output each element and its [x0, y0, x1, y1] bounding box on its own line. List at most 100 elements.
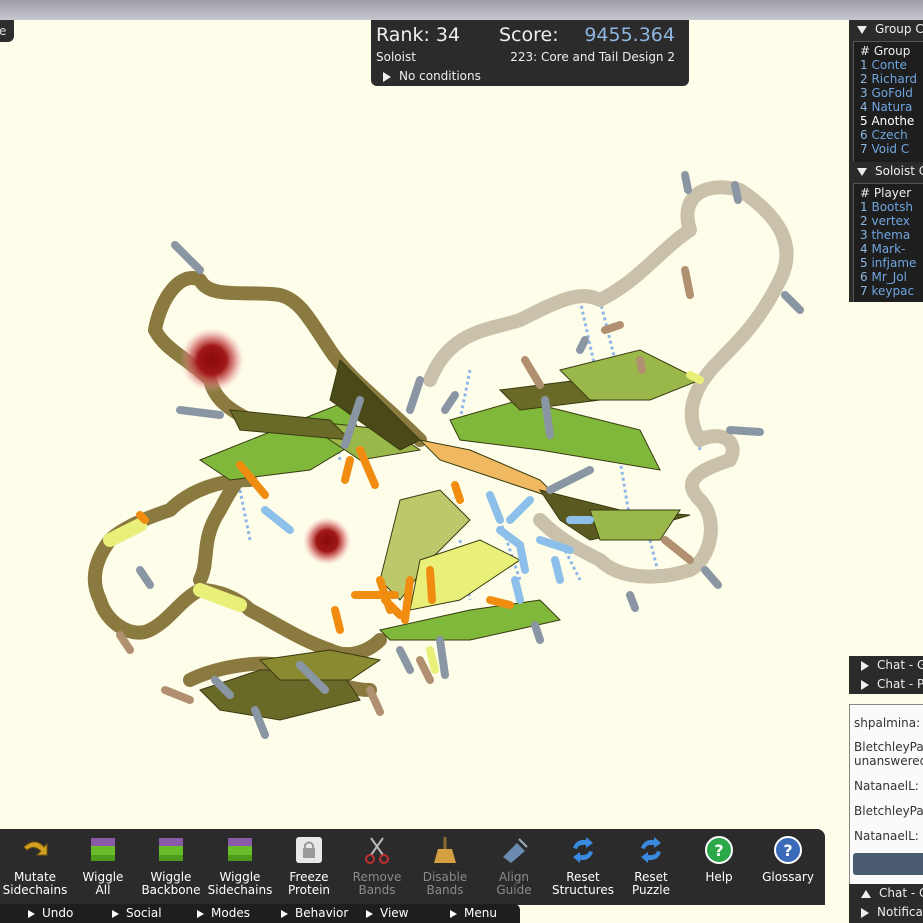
collapse-icon: [857, 25, 867, 34]
rank-num: 6: [860, 128, 868, 142]
chat-message: NatanaelL: w: [854, 779, 923, 793]
chat-message: unanswered: [854, 754, 923, 768]
player-name: infjame: [871, 256, 917, 270]
menu-main[interactable]: Menu: [450, 904, 497, 923]
chat-tab-group[interactable]: Chat - G: [849, 884, 923, 903]
wiggle-all-button[interactable]: Wiggle All: [69, 835, 137, 897]
player-name: keypac: [871, 284, 915, 298]
group-name: Anothe: [871, 114, 915, 128]
menu-label: Modes: [211, 906, 250, 920]
freeze-protein-button[interactable]: Freeze Protein: [275, 835, 343, 897]
tool-label: Guide: [496, 883, 532, 897]
rank-num: 4: [860, 242, 868, 256]
notifications-label: Notifica: [877, 905, 923, 919]
player-name: thema: [871, 228, 911, 242]
group-name: Richard: [871, 72, 918, 86]
remove-bands-button[interactable]: Remove Bands: [343, 835, 411, 897]
expand-icon: [861, 907, 869, 918]
notifications-tab[interactable]: Notifica: [849, 903, 923, 922]
menu-view[interactable]: View: [366, 904, 408, 923]
tool-label: Sidechains: [2, 883, 68, 897]
menu-undo[interactable]: Undo: [28, 904, 73, 923]
lock-icon: [294, 835, 324, 865]
list-item[interactable]: 7 keypac: [854, 284, 923, 298]
list-item[interactable]: 7 Void C: [854, 142, 923, 156]
protein-viewport[interactable]: [0, 0, 923, 923]
menu-behavior[interactable]: Behavior: [281, 904, 348, 923]
rank-num: 5: [860, 256, 868, 270]
list-item[interactable]: 6 Mr_Jol: [854, 270, 923, 284]
group-list[interactable]: # Group 1 Conte 2 Richard 3 GoFold 4 Nat…: [853, 41, 923, 162]
rank-num: 2: [860, 214, 868, 228]
soloist-panel-title: Soloist C: [875, 164, 923, 178]
menu-social[interactable]: Social: [112, 904, 162, 923]
group-name: Void C: [871, 142, 910, 156]
list-item[interactable]: 6 Czech: [854, 128, 923, 142]
rank-num: 7: [860, 284, 868, 298]
group-name: Conte: [871, 58, 907, 72]
expand-icon: [281, 909, 288, 918]
player-name: Bootsh: [871, 200, 913, 214]
align-guide-button[interactable]: Align Guide: [480, 835, 548, 897]
group-name: GoFold: [871, 86, 913, 100]
tool-label: Puzzle: [632, 883, 670, 897]
mutate-sidechains-button[interactable]: Mutate Sidechains: [1, 835, 69, 897]
wiggle-sidechains-button[interactable]: Wiggle Sidechains: [206, 835, 274, 897]
tool-label: Bands: [426, 883, 464, 897]
list-item[interactable]: 1 Conte: [854, 58, 923, 72]
chat-message: NatanaelL: H: [854, 829, 923, 843]
help-icon: ?: [704, 835, 734, 865]
tool-label: Backbone: [141, 883, 201, 897]
chat-tab-global[interactable]: Chat - Gl: [849, 656, 923, 675]
group-name: Natura: [871, 100, 913, 114]
wiggle-all-icon: [88, 835, 118, 865]
menu-bar: Undo Social Modes Behavior View Menu: [0, 904, 520, 923]
chat-message: BletchleyPar: [854, 740, 923, 754]
list-item[interactable]: 3 thema: [854, 228, 923, 242]
mutate-arrow-icon: [20, 835, 50, 865]
list-item[interactable]: 5 Anothe: [854, 114, 923, 128]
list-item[interactable]: 1 Bootsh: [854, 200, 923, 214]
menu-label: Undo: [42, 906, 74, 920]
expand-icon: [112, 909, 119, 918]
soloist-panel-header[interactable]: Soloist C: [849, 162, 923, 180]
wiggle-backbone-button[interactable]: Wiggle Backbone: [137, 835, 205, 897]
collapse-icon: [861, 889, 871, 898]
broom-icon: [430, 835, 460, 865]
expand-icon: [450, 909, 457, 918]
rank-num: 6: [860, 270, 868, 284]
list-item[interactable]: 4 Mark-: [854, 242, 923, 256]
action-toolbar: Mutate Sidechains Wiggle All Wiggle Back…: [0, 829, 825, 905]
score-label: Score:: [499, 24, 559, 46]
reset-structures-button[interactable]: Reset Structures: [549, 835, 617, 897]
group-panel-title: Group C: [875, 22, 923, 36]
chat-tab-puzzle[interactable]: Chat - Pu: [849, 675, 923, 694]
list-item[interactable]: 4 Natura: [854, 100, 923, 114]
disable-bands-button[interactable]: Disable Bands: [411, 835, 479, 897]
list-item[interactable]: 2 vertex: [854, 214, 923, 228]
expand-icon: [28, 909, 35, 918]
menu-label: View: [380, 906, 409, 920]
soloist-list-header: # Player: [860, 186, 912, 200]
conditions-toggle[interactable]: No conditions: [383, 69, 481, 83]
glossary-button[interactable]: ? Glossary: [754, 835, 822, 884]
corner-tab[interactable]: e: [0, 20, 14, 42]
chat-message: BletchleyPar: [854, 804, 923, 818]
rank-num: 3: [860, 228, 868, 242]
rank-num: 3: [860, 86, 868, 100]
list-item[interactable]: 5 infjame: [854, 256, 923, 270]
help-button[interactable]: ? Help: [685, 835, 753, 884]
list-item[interactable]: 3 GoFold: [854, 86, 923, 100]
player-name: Mark-: [871, 242, 906, 256]
menu-modes[interactable]: Modes: [197, 904, 250, 923]
soloist-list[interactable]: # Player 1 Bootsh 2 vertex 3 thema 4 Mar…: [853, 183, 923, 302]
chat-input[interactable]: [853, 853, 923, 875]
chat-tabs: Chat - Gl Chat - Pu: [849, 656, 923, 694]
expand-icon: [366, 909, 373, 918]
chat-bottom-tabs: Chat - G Notifica: [849, 884, 923, 923]
list-item[interactable]: 2 Richard: [854, 72, 923, 86]
expand-icon: [861, 679, 869, 690]
group-panel-header[interactable]: Group C: [849, 20, 923, 38]
expand-icon: [383, 71, 391, 82]
reset-puzzle-button[interactable]: Reset Puzzle: [617, 835, 685, 897]
